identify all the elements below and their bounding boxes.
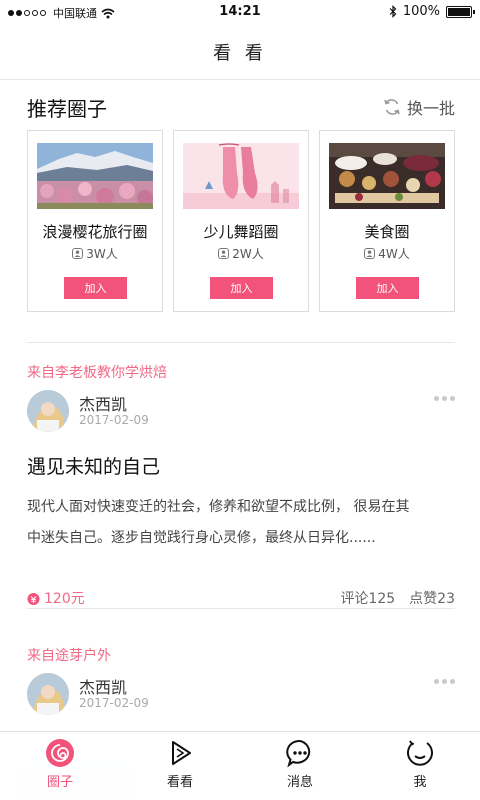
circle-swirl-icon: [46, 739, 74, 767]
circle-members: 4W人: [320, 245, 454, 262]
reward-icon: [27, 592, 40, 605]
circle-name: 浪漫樱花旅行圈: [42, 223, 148, 241]
circle-name: 少儿舞蹈圈: [203, 223, 279, 241]
post-body-line: 中迷失自己。逐步自觉践行身心灵修，最终从日异化......: [27, 530, 376, 546]
post-card[interactable]: 来自李老板教你学烘焙 杰西凯 2017-02-09 遇见未知的自己 现代人面对快…: [27, 362, 455, 612]
afternoon-tea-image: [329, 143, 445, 209]
reward-badge[interactable]: 120元: [27, 588, 85, 608]
post-source[interactable]: 来自途芽户外: [27, 645, 455, 665]
post-title[interactable]: 遇见未知的自己: [27, 452, 160, 479]
section-divider: [27, 342, 455, 343]
tab-label: 我: [413, 775, 427, 790]
tab-messages[interactable]: 消息: [240, 732, 360, 800]
avatar[interactable]: [27, 673, 69, 715]
recommend-header: 推荐圈子 换一批: [27, 92, 455, 122]
post-card[interactable]: 来自途芽户外 杰西凯 2017-02-09: [27, 645, 455, 735]
circle-members: 2W人: [174, 245, 308, 262]
page-title: 看 看: [213, 42, 267, 64]
post-author: 杰西凯 2017-02-09: [27, 673, 455, 717]
tab-me[interactable]: 我: [360, 732, 480, 800]
post-date: 2017-02-09: [79, 413, 149, 427]
nav-bar: 看 看: [0, 24, 480, 80]
join-button[interactable]: 加入: [356, 277, 419, 299]
refresh-label: 换一批: [406, 99, 455, 118]
tab-bar: 圈子 看看 消息 我: [0, 731, 480, 800]
more-options-icon[interactable]: [434, 396, 455, 401]
author-name[interactable]: 杰西凯: [79, 674, 127, 698]
battery-icon: [446, 5, 475, 18]
post-footer: 120元 评论125 点赞23: [27, 588, 455, 608]
chat-bubble-icon: [286, 739, 311, 768]
group-icon: [364, 248, 376, 259]
like-count[interactable]: 点赞23: [409, 588, 455, 608]
section-divider: [27, 608, 455, 609]
refresh-button[interactable]: 换一批: [383, 95, 455, 119]
post-author: 杰西凯 2017-02-09: [27, 390, 455, 434]
play-icon: [172, 741, 191, 765]
circle-members: 3W人: [28, 245, 162, 262]
avatar[interactable]: [27, 390, 69, 432]
recommend-title: 推荐圈子: [27, 96, 107, 121]
recommend-cards: 浪漫樱花旅行圈 3W人 加入 少儿舞蹈圈 2W人 加入 美食圈 4W人 加入: [27, 130, 455, 312]
circle-card-dance[interactable]: 少儿舞蹈圈 2W人 加入: [173, 130, 309, 312]
circle-card-cherry[interactable]: 浪漫樱花旅行圈 3W人 加入: [27, 130, 163, 312]
tab-label: 看看: [166, 775, 193, 790]
group-icon: [72, 248, 84, 259]
members-count: 2W人: [232, 247, 264, 261]
more-options-icon[interactable]: [434, 679, 455, 684]
cherry-blossom-image: [37, 143, 153, 209]
tab-label: 消息: [286, 775, 313, 790]
join-button[interactable]: 加入: [64, 277, 127, 299]
members-count: 4W人: [378, 247, 410, 261]
bluetooth-icon: [389, 5, 397, 18]
circle-card-food[interactable]: 美食圈 4W人 加入: [319, 130, 455, 312]
refresh-icon: [384, 99, 400, 115]
members-count: 3W人: [86, 247, 118, 261]
ballet-shoes-image: [183, 143, 299, 209]
join-button[interactable]: 加入: [210, 277, 273, 299]
tab-watch[interactable]: 看看: [120, 732, 240, 800]
smiley-icon: [407, 740, 433, 766]
post-body[interactable]: 现代人面对快速变迁的社会，修养和欲望不成比例， 很易在其 中迷失自己。逐步自觉践…: [27, 492, 455, 554]
comment-count[interactable]: 评论125: [340, 588, 395, 608]
tab-circles[interactable]: 圈子: [0, 732, 120, 800]
group-icon: [218, 248, 230, 259]
author-name[interactable]: 杰西凯: [79, 391, 127, 415]
status-bar: 中国联通 14:21 100%: [0, 0, 480, 24]
reward-amount: 120元: [44, 591, 85, 607]
tab-label: 圈子: [46, 775, 73, 790]
post-source[interactable]: 来自李老板教你学烘焙: [27, 362, 455, 382]
battery-percent: 100%: [402, 4, 440, 19]
post-body-line: 现代人面对快速变迁的社会，修养和欲望不成比例， 很易在其: [27, 499, 410, 515]
post-date: 2017-02-09: [79, 696, 149, 710]
circle-name: 美食圈: [364, 223, 410, 241]
